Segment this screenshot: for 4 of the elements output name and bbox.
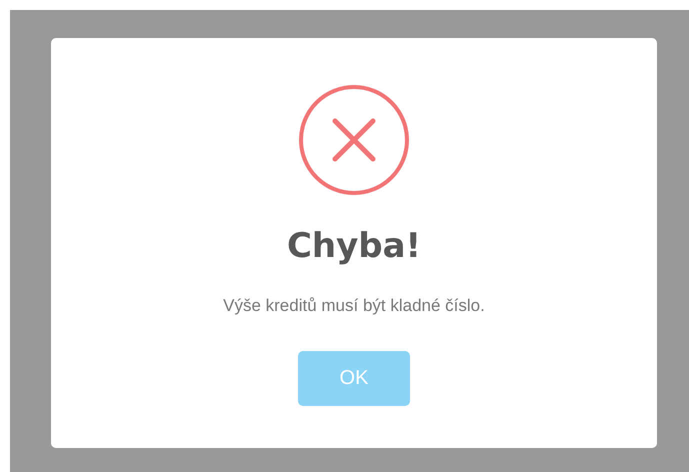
dialog-title: Chyba! xyxy=(286,226,422,266)
dialog-message: Výše kreditů musí být kladné číslo. xyxy=(223,296,485,316)
ok-button[interactable]: OK xyxy=(298,351,410,406)
error-icon xyxy=(298,84,410,196)
